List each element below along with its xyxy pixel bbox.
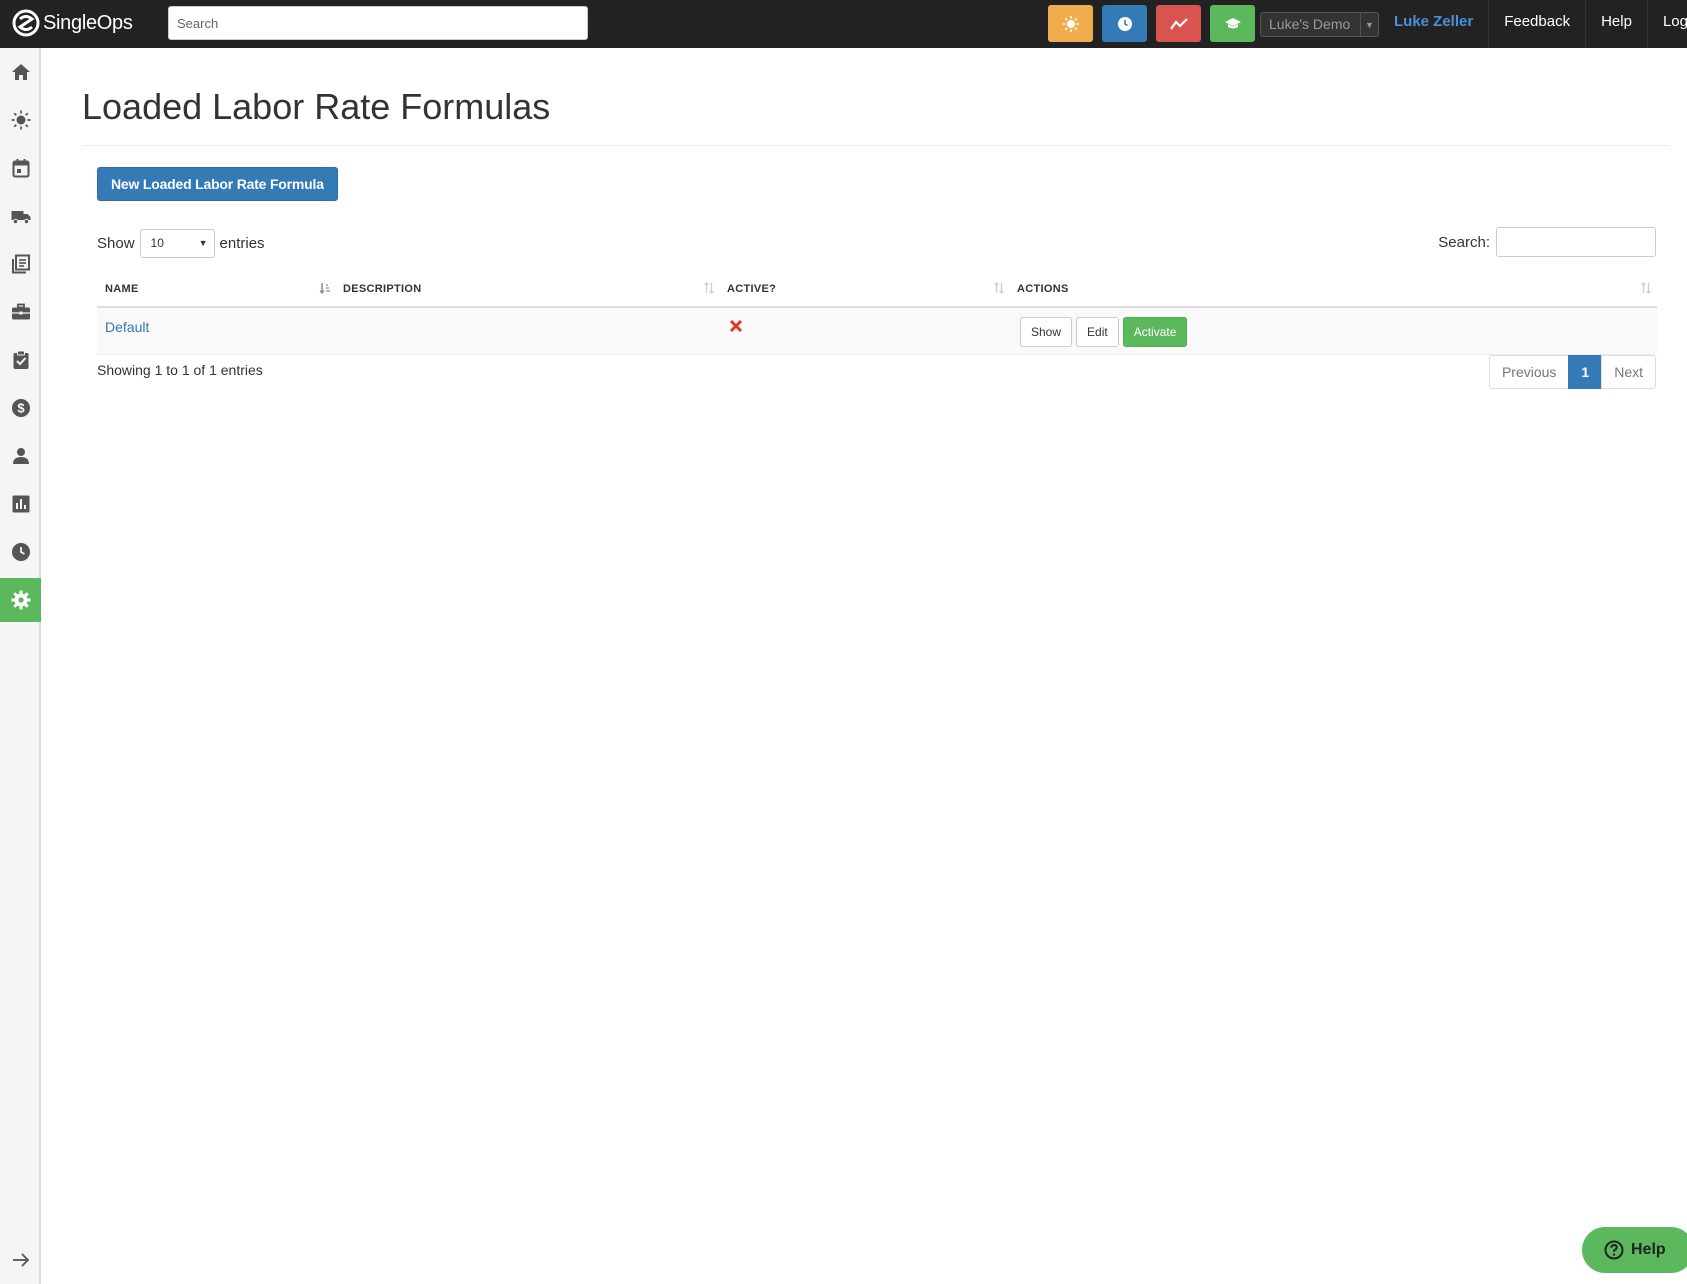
app-logo[interactable]: SingleOps (12, 8, 133, 38)
quick-reports-button[interactable] (1156, 5, 1201, 42)
gear-icon (11, 590, 30, 610)
person-icon (12, 448, 29, 464)
question-circle-icon (1604, 1240, 1624, 1260)
sort-both-icon (994, 282, 1004, 294)
page-length-select[interactable]: 10 ▼ (139, 228, 215, 258)
singleops-logo-icon (12, 9, 40, 37)
sidebar-item-documents[interactable] (0, 242, 41, 286)
column-header-description[interactable]: DESCRIPTION (335, 268, 719, 308)
quick-time-clock-button[interactable] (1102, 5, 1147, 42)
row-actions: Show Edit Activate (1020, 317, 1188, 347)
table-search-control: Search: (1438, 226, 1656, 258)
top-nav-links: Luke Zeller Feedback Help Logout (1380, 0, 1687, 48)
truck-icon (11, 211, 30, 225)
nav-help[interactable]: Help (1586, 0, 1648, 48)
formula-description (335, 308, 719, 355)
entries-label: entries (219, 234, 265, 252)
help-widget-button[interactable]: Help (1582, 1227, 1687, 1273)
page-length-value: 10 (150, 235, 164, 250)
title-divider (82, 145, 1670, 146)
column-header-name[interactable]: NAME (97, 268, 335, 308)
sun-icon (11, 110, 30, 130)
show-label: Show (97, 234, 135, 252)
calendar-icon (12, 159, 29, 178)
chevron-down-icon: ▼ (198, 237, 208, 248)
sidebar-item-reports[interactable] (0, 482, 41, 526)
quick-add-sun-button[interactable] (1048, 5, 1093, 42)
sort-both-icon (1641, 282, 1651, 294)
column-header-actions[interactable]: ACTIONS (1009, 268, 1657, 308)
sidebar-item-clients[interactable] (0, 434, 41, 478)
sort-ascending-icon (319, 283, 330, 294)
show-button[interactable]: Show (1020, 317, 1073, 347)
page-length-control: Show 10 ▼ entries (97, 228, 265, 258)
home-icon (11, 64, 30, 80)
table-row: Default Show Edit Activate (97, 308, 1657, 355)
sidebar-item-dispatch[interactable] (0, 194, 41, 238)
sidebar-item-jobs[interactable] (0, 290, 41, 334)
sidebar-item-home[interactable] (0, 50, 41, 94)
clipboard-check-icon (13, 350, 28, 369)
new-loaded-labor-rate-formula-button[interactable]: New Loaded Labor Rate Formula (97, 167, 338, 201)
top-navbar: SingleOps Luke's Demo ▼ (0, 0, 1687, 48)
graduation-cap-icon (1224, 17, 1241, 28)
pagination-previous[interactable]: Previous (1488, 355, 1570, 389)
activate-button[interactable]: Activate (1122, 317, 1188, 347)
table-search-input[interactable] (1496, 227, 1656, 257)
help-widget-label: Help (1631, 1241, 1666, 1258)
page-title: Loaded Labor Rate Formulas (82, 86, 551, 127)
table-search-label: Search: (1438, 233, 1490, 251)
app-logo-text: SingleOps (43, 11, 133, 34)
sidebar-item-tasks[interactable] (0, 338, 41, 382)
pagination: Previous 1 Next (1488, 355, 1656, 389)
sidebar-item-timesheets[interactable] (0, 530, 41, 574)
sidebar-item-calendar[interactable] (0, 146, 41, 190)
sidebar-item-billing[interactable]: $ (0, 386, 41, 430)
chevron-down-icon: ▼ (1360, 13, 1378, 36)
quick-training-button[interactable] (1210, 5, 1255, 42)
bar-chart-icon (12, 495, 29, 513)
global-search-input[interactable] (168, 6, 588, 40)
formula-name-link[interactable]: Default (105, 319, 149, 335)
pagination-page-1[interactable]: 1 (1568, 355, 1603, 389)
formulas-table: NAME DESCRIPTION ACTIVE? ACTIONS Default… (97, 268, 1657, 355)
briefcase-icon (11, 303, 30, 320)
company-name: Luke's Demo (1269, 16, 1351, 32)
documents-icon (11, 254, 30, 274)
sidebar-item-leads[interactable] (0, 98, 41, 142)
company-switcher[interactable]: Luke's Demo ▼ (1260, 12, 1379, 37)
dollar-icon: $ (11, 399, 30, 417)
sidebar-collapse-toggle[interactable] (0, 1238, 41, 1282)
table-header-row: NAME DESCRIPTION ACTIVE? ACTIONS (97, 268, 1657, 308)
clock-icon (1117, 16, 1132, 31)
sidebar: $ (0, 48, 41, 1284)
sort-both-icon (704, 282, 714, 294)
clock-icon (11, 543, 30, 561)
nav-feedback[interactable]: Feedback (1489, 0, 1587, 48)
edit-button[interactable]: Edit (1076, 317, 1119, 347)
column-header-active[interactable]: ACTIVE? (719, 268, 1009, 308)
arrow-right-icon (12, 1253, 29, 1267)
svg-text:$: $ (17, 401, 25, 416)
red-x-icon (729, 319, 743, 333)
trend-line-icon (1169, 17, 1188, 30)
nav-logout[interactable]: Logout (1648, 0, 1687, 48)
nav-user-profile[interactable]: Luke Zeller (1380, 0, 1490, 48)
sun-icon (1062, 15, 1079, 32)
table-info: Showing 1 to 1 of 1 entries (97, 362, 263, 378)
pagination-next[interactable]: Next (1601, 355, 1656, 389)
sidebar-item-settings[interactable] (0, 578, 41, 622)
